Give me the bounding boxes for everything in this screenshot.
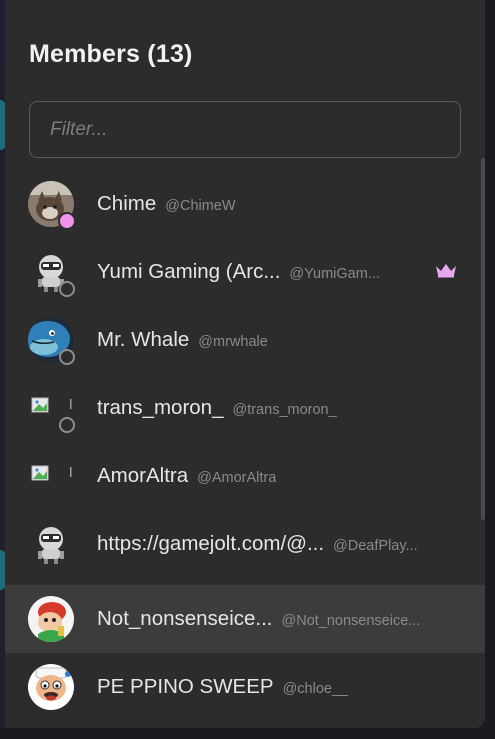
member-row[interactable]: Mr. Whale @mrwhale — [5, 306, 485, 374]
member-row[interactable]: PE PPINO SWEEP @chloe__ — [5, 653, 485, 721]
members-panel: Members (13) Chime@ChimeW — [5, 0, 485, 728]
offline-status-indicator — [59, 349, 75, 365]
member-row-highlighted[interactable]: Not_nonsenseice... @Not_nonsenseice... — [5, 585, 485, 653]
online-status-indicator — [58, 212, 76, 230]
avatar — [28, 521, 74, 567]
offline-status-indicator — [59, 281, 75, 297]
member-handle: @AmorAltra — [197, 470, 277, 486]
broken-image-icon — [28, 453, 74, 499]
member-handle: @chloe__ — [282, 681, 349, 697]
member-name: Mr. Whale @mrwhale — [97, 328, 268, 351]
member-row[interactable]: trans_moron_ @trans_moron_ — [5, 374, 485, 442]
cartoon-character-icon — [28, 596, 74, 642]
default-robot-avatar-icon — [28, 521, 74, 567]
member-name: Chime @ChimeW — [97, 192, 236, 215]
member-name: PE PPINO SWEEP @chloe__ — [97, 675, 349, 698]
peppino-face-icon — [28, 664, 74, 710]
member-handle: @ChimeW — [165, 198, 236, 214]
member-row[interactable]: Chime @ChimeW — [5, 170, 485, 238]
member-name: AmorAltra @AmorAltra — [97, 464, 277, 487]
member-row[interactable]: Yumi Gaming (Arc... @YumiGam... — [5, 238, 485, 306]
offline-status-indicator — [59, 417, 75, 433]
member-handle: @Not_nonsenseice... — [281, 613, 421, 629]
member-name: Not_nonsenseice... @Not_nonsenseice... — [97, 607, 421, 630]
member-handle: @YumiGam... — [289, 266, 380, 282]
member-name: Yumi Gaming (Arc... @YumiGam... — [97, 260, 380, 283]
avatar — [28, 664, 74, 710]
crown-icon — [436, 264, 456, 278]
member-handle: @trans_moron_ — [232, 402, 337, 418]
member-row[interactable]: AmorAltra @AmorAltra — [5, 442, 485, 510]
avatar — [28, 596, 74, 642]
member-handle: @mrwhale — [198, 334, 268, 350]
background-bottom — [0, 728, 495, 739]
member-row[interactable]: https://gamejolt.com/@... @DeafPlay... — [5, 510, 485, 578]
member-handle: @DeafPlay... — [333, 538, 418, 554]
panel-title: Members (13) — [29, 40, 193, 68]
avatar — [28, 453, 74, 499]
member-name: trans_moron_ @trans_moron_ — [97, 396, 337, 419]
member-name: https://gamejolt.com/@... @DeafPlay... — [97, 532, 418, 555]
filter-input[interactable] — [29, 101, 461, 158]
